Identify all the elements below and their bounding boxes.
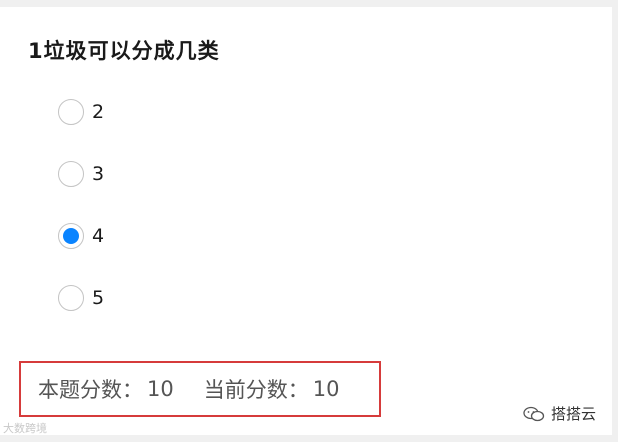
radio-button[interactable] — [58, 99, 84, 125]
question-score-label: 本题分数： — [38, 378, 143, 402]
question-title: 1垃圾可以分成几类 — [28, 39, 220, 63]
score-box: 本题分数： 10 当前分数： 10 — [19, 361, 381, 417]
question-card: 1垃圾可以分成几类 2 3 4 5 本题分数： 10 当前分数： 10 — [0, 7, 612, 435]
option-label: 5 — [92, 287, 105, 309]
option-2[interactable]: 2 — [58, 99, 104, 125]
watermark-left: 大数跨境 — [3, 420, 47, 436]
current-score-value: 10 — [312, 377, 340, 401]
option-label: 3 — [92, 163, 105, 185]
current-score-label: 当前分数： — [203, 378, 309, 402]
radio-button[interactable] — [58, 161, 84, 187]
option-4[interactable]: 4 — [58, 223, 104, 249]
radio-button-selected[interactable] — [58, 223, 84, 249]
wechat-icon — [523, 406, 545, 421]
option-5[interactable]: 5 — [58, 285, 104, 311]
radio-button[interactable] — [58, 285, 84, 311]
watermark-right: 搭搭云 — [523, 403, 596, 424]
question-score-value: 10 — [147, 377, 174, 401]
option-3[interactable]: 3 — [58, 161, 104, 187]
watermark-left-text: 大数跨境 — [3, 422, 47, 435]
option-label: 4 — [92, 225, 105, 247]
watermark-right-text: 搭搭云 — [550, 405, 596, 423]
option-label: 2 — [92, 101, 105, 123]
